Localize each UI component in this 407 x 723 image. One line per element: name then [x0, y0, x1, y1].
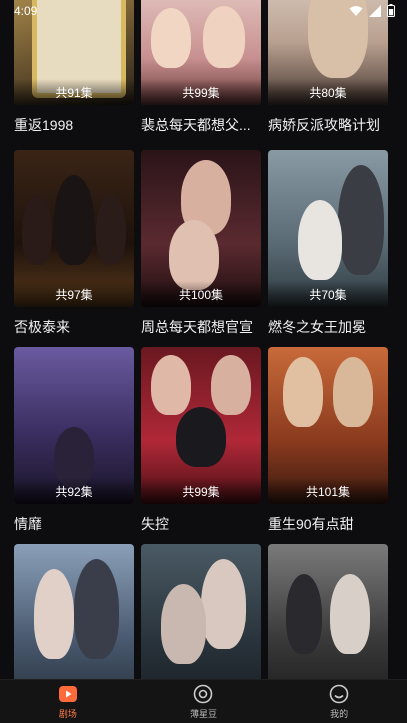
episode-count: 共99集 — [141, 478, 261, 504]
tab-coins[interactable]: 薄星豆 — [163, 684, 243, 720]
tab-label: 我的 — [330, 708, 349, 719]
drama-title[interactable]: 病娇反派攻略计划 — [268, 115, 392, 135]
tab-label: 剧场 — [58, 708, 77, 719]
drama-poster[interactable]: 共92集 — [14, 347, 134, 504]
tab-theater[interactable]: 剧场 — [28, 684, 108, 720]
drama-card[interactable]: 共100集 周总每天都想官宣 — [141, 150, 261, 337]
coin-icon — [193, 684, 213, 704]
drama-title[interactable]: 重生90有点甜 — [268, 514, 392, 534]
episode-count: 共97集 — [14, 281, 134, 307]
drama-title[interactable]: 裴总每天都想父... — [141, 115, 265, 135]
drama-card[interactable]: 共92集 情靡 — [14, 347, 134, 534]
drama-poster[interactable]: 共99集 — [141, 347, 261, 504]
drama-card[interactable] — [14, 544, 134, 680]
drama-card[interactable]: 共99集 失控 — [141, 347, 261, 534]
episode-count: 共100集 — [141, 281, 261, 307]
tab-label: 薄星豆 — [189, 708, 217, 719]
drama-card[interactable] — [141, 544, 261, 680]
drama-card[interactable]: 共70集 燃冬之女王加冕 — [268, 150, 388, 337]
battery-icon — [387, 4, 395, 20]
status-time: 4:09 — [14, 4, 38, 18]
drama-card[interactable]: 共101集 重生90有点甜 — [268, 347, 388, 534]
bottom-tab-bar: 剧场 薄星豆 我的 — [0, 679, 407, 723]
drama-poster[interactable] — [268, 544, 388, 680]
drama-title[interactable]: 重返1998 — [14, 115, 138, 135]
drama-poster[interactable]: 共100集 — [141, 150, 261, 307]
episode-count: 共101集 — [268, 478, 388, 504]
drama-poster[interactable]: 共70集 — [268, 150, 388, 307]
episode-count: 共80集 — [268, 79, 388, 105]
theater-icon — [58, 684, 78, 704]
drama-title[interactable]: 否极泰来 — [14, 317, 138, 337]
signal-icon — [369, 4, 381, 20]
drama-title[interactable]: 燃冬之女王加冕 — [268, 317, 392, 337]
episode-count: 共70集 — [268, 281, 388, 307]
drama-poster[interactable] — [14, 544, 134, 680]
drama-card[interactable]: 共97集 否极泰来 — [14, 150, 134, 337]
episode-count: 共91集 — [14, 79, 134, 105]
drama-poster[interactable] — [141, 544, 261, 680]
episode-count: 共92集 — [14, 478, 134, 504]
drama-poster[interactable]: 共101集 — [268, 347, 388, 504]
profile-icon — [329, 684, 349, 704]
drama-title[interactable]: 周总每天都想官宣 — [141, 317, 265, 337]
tab-profile[interactable]: 我的 — [299, 684, 379, 720]
drama-poster[interactable]: 共97集 — [14, 150, 134, 307]
drama-grid[interactable]: 共91集 重返1998 共99集 裴总每天都想父... 共80集 病娇反派攻略计… — [0, 0, 407, 680]
drama-title[interactable]: 情靡 — [14, 514, 138, 534]
wifi-icon — [349, 5, 363, 20]
status-icons — [349, 4, 395, 20]
status-bar: 4:09 — [0, 0, 407, 24]
drama-title[interactable]: 失控 — [141, 514, 265, 534]
drama-card[interactable] — [268, 544, 388, 680]
episode-count: 共99集 — [141, 79, 261, 105]
